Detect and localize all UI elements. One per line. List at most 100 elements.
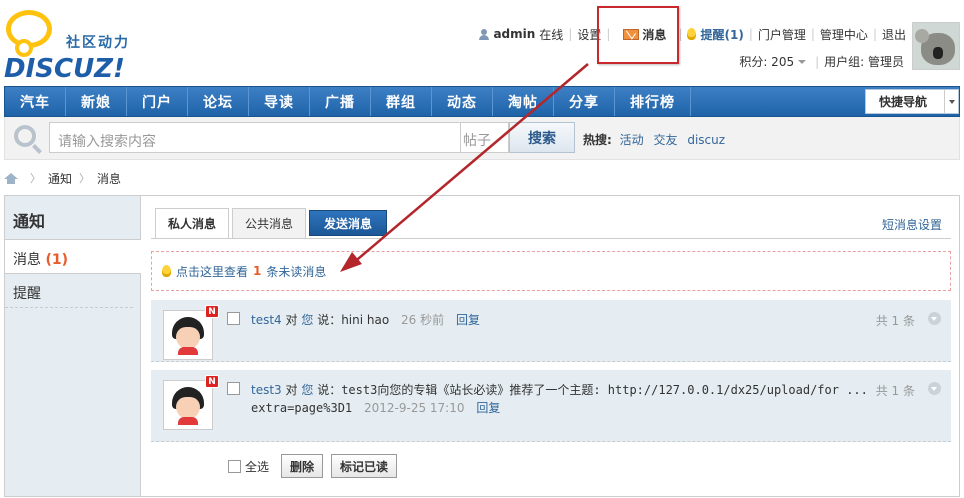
nav-item-ranking[interactable]: 排行榜 (615, 87, 691, 116)
message-recipient[interactable]: 您 (301, 383, 313, 397)
sidebar-item-label: 提醒 (13, 286, 41, 302)
points-link[interactable]: 积分: 205 (739, 53, 794, 70)
message-sender[interactable]: test4 (251, 313, 282, 327)
search-icon (14, 125, 36, 147)
reply-link[interactable]: 回复 (456, 313, 480, 327)
breadcrumb: 〉 通知 〉 消息 (4, 170, 121, 186)
reminders-link[interactable]: 提醒(1) (687, 26, 744, 43)
search-input[interactable]: 请输入搜索内容 (49, 122, 461, 153)
dropdown-arrow-icon (944, 90, 958, 113)
notice-post: 条未读消息 (266, 264, 327, 279)
nav-item-feed[interactable]: 动态 (432, 87, 493, 116)
message-count: 共 1 条 (875, 314, 915, 328)
nav-item-collections[interactable]: 淘帖 (493, 87, 554, 116)
avatar[interactable] (912, 22, 960, 70)
tab-private-messages[interactable]: 私人消息 (155, 208, 230, 239)
logo-tagline: 社区动力 (66, 35, 130, 51)
message-recipient[interactable]: 您 (301, 313, 313, 327)
tab-public-messages[interactable]: 公共消息 (232, 208, 307, 239)
user-nav: admin 在线 | 设置 | 消息 | 提醒(1) | 门户管理 | 管理中心… (479, 26, 906, 42)
logo-wordmark: DISCUZ! (4, 54, 125, 84)
header: 社区动力 DISCUZ! admin 在线 | 设置 | 消息 | 提醒(1) … (0, 0, 964, 84)
hot-link-activity[interactable]: 活动 (620, 133, 644, 147)
select-all-label[interactable]: 全选 (245, 458, 269, 475)
nav-item-broadcast[interactable]: 广播 (310, 87, 371, 116)
quick-nav-button[interactable]: 快捷导航 (865, 89, 959, 114)
message-time: 26 秒前 (401, 313, 445, 327)
caret-down-icon[interactable] (798, 59, 807, 64)
sidebar-item-label: 消息 (13, 252, 41, 268)
message-settings-link[interactable]: 短消息设置 (882, 216, 942, 233)
nav-item-bride[interactable]: 新娘 (66, 87, 127, 116)
sidebar-item-messages[interactable]: 消息 (1) (5, 240, 141, 274)
username-link[interactable]: admin (493, 27, 535, 41)
quick-nav-label: 快捷导航 (879, 95, 928, 109)
logo-bubble-icon (6, 10, 52, 57)
discuz-logo[interactable]: 社区动力 DISCUZ! (4, 8, 144, 84)
nav-item-portal[interactable]: 门户 (127, 87, 188, 116)
delete-button[interactable]: 删除 (281, 454, 324, 478)
new-badge: N (205, 375, 219, 388)
message-tabs: 私人消息 公共消息 发送消息 (155, 208, 390, 239)
sidebar: 通知 消息 (1) 提醒 (4, 195, 141, 497)
search-bar: 请输入搜索内容 帖子 搜索 热搜: 活动 交友 discuz (4, 117, 960, 160)
message-checkbox[interactable] (227, 382, 240, 395)
sidebar-title: 通知 (5, 196, 140, 240)
send-message-button[interactable]: 发送消息 (309, 210, 388, 236)
message-body-cont: extra=page%3D1 (251, 401, 353, 415)
message-text: test4 对 您 说：hini hao 26 秒前 回复 (251, 313, 480, 327)
nav-item-groups[interactable]: 群组 (371, 87, 432, 116)
list-item: N test4 对 您 说：hini hao 26 秒前 回复 共 1 条 (151, 300, 951, 362)
message-time: 2012-9-25 17:10 (363, 401, 465, 415)
user-icon (479, 28, 490, 40)
unread-count-badge: (1) (45, 252, 68, 268)
nav-list: 汽车 新娘 门户 论坛 导读 广播 群组 动态 淘帖 分享 排行榜 (5, 87, 959, 116)
user-group[interactable]: 用户组: 管理员 (824, 53, 904, 70)
main-content: 私人消息 公共消息 发送消息 短消息设置 点击这里查看 1 条未读消息 N te… (141, 195, 960, 497)
admin-center-link[interactable]: 管理中心 (820, 26, 868, 43)
message-body: 说：test3向您的专辑《站长必读》推荐了一个主题: http://127.0.… (317, 383, 868, 397)
portal-admin-link[interactable]: 门户管理 (758, 26, 806, 43)
nav-item-share[interactable]: 分享 (554, 87, 615, 116)
hot-label: 热搜: (583, 133, 612, 147)
bulb-icon (162, 265, 171, 277)
unread-notice[interactable]: 点击这里查看 1 条未读消息 (151, 251, 951, 291)
hot-searches: 热搜: 活动 交友 discuz (583, 131, 731, 148)
main-nav: 汽车 新娘 门户 论坛 导读 广播 群组 动态 淘帖 分享 排行榜 快捷导航 (4, 86, 960, 117)
koala-avatar-image (915, 29, 955, 65)
message-count: 共 1 条 (875, 384, 915, 398)
mark-read-button[interactable]: 标记已读 (331, 454, 398, 478)
message-checkbox[interactable] (227, 312, 240, 325)
hot-link-discuz[interactable]: discuz (687, 133, 725, 147)
notice-pre: 点击这里查看 (176, 264, 249, 279)
search-type-select[interactable]: 帖子 (461, 122, 509, 153)
bulk-actions: 全选 删除 标记已读 (228, 454, 398, 478)
avatar[interactable]: N (163, 305, 219, 360)
expand-icon[interactable] (928, 382, 941, 395)
select-all-checkbox[interactable] (228, 459, 241, 473)
breadcrumb-messages: 消息 (97, 171, 122, 186)
reminders-label: 提醒(1) (700, 27, 744, 42)
message-text-line2: extra=page%3D1 2012-9-25 17:10 回复 (251, 399, 500, 416)
expand-icon[interactable] (928, 312, 941, 325)
new-badge: N (205, 305, 219, 318)
search-button[interactable]: 搜索 (509, 122, 575, 153)
message-text: test3 对 您 说：test3向您的专辑《站长必读》推荐了一个主题: htt… (251, 383, 868, 397)
nav-item-guide[interactable]: 导读 (249, 87, 310, 116)
bulb-icon (687, 28, 697, 40)
avatar[interactable]: N (163, 375, 219, 430)
home-icon[interactable] (4, 172, 18, 184)
list-item: N test3 对 您 说：test3向您的专辑《站长必读》推荐了一个主题: h… (151, 370, 951, 442)
highlight-box (597, 6, 679, 64)
sidebar-item-reminders[interactable]: 提醒 (5, 274, 133, 308)
nav-item-cars[interactable]: 汽车 (5, 87, 66, 116)
hot-link-dating[interactable]: 交友 (653, 133, 677, 147)
breadcrumb-notices[interactable]: 通知 (48, 170, 72, 187)
online-status[interactable]: 在线 (539, 26, 563, 43)
reply-link[interactable]: 回复 (476, 401, 500, 415)
message-body: 说：hini hao (317, 313, 390, 327)
message-sender[interactable]: test3 (251, 383, 282, 397)
cartoon-avatar-image (172, 317, 204, 355)
nav-item-forum[interactable]: 论坛 (188, 87, 249, 116)
logout-link[interactable]: 退出 (882, 26, 906, 43)
